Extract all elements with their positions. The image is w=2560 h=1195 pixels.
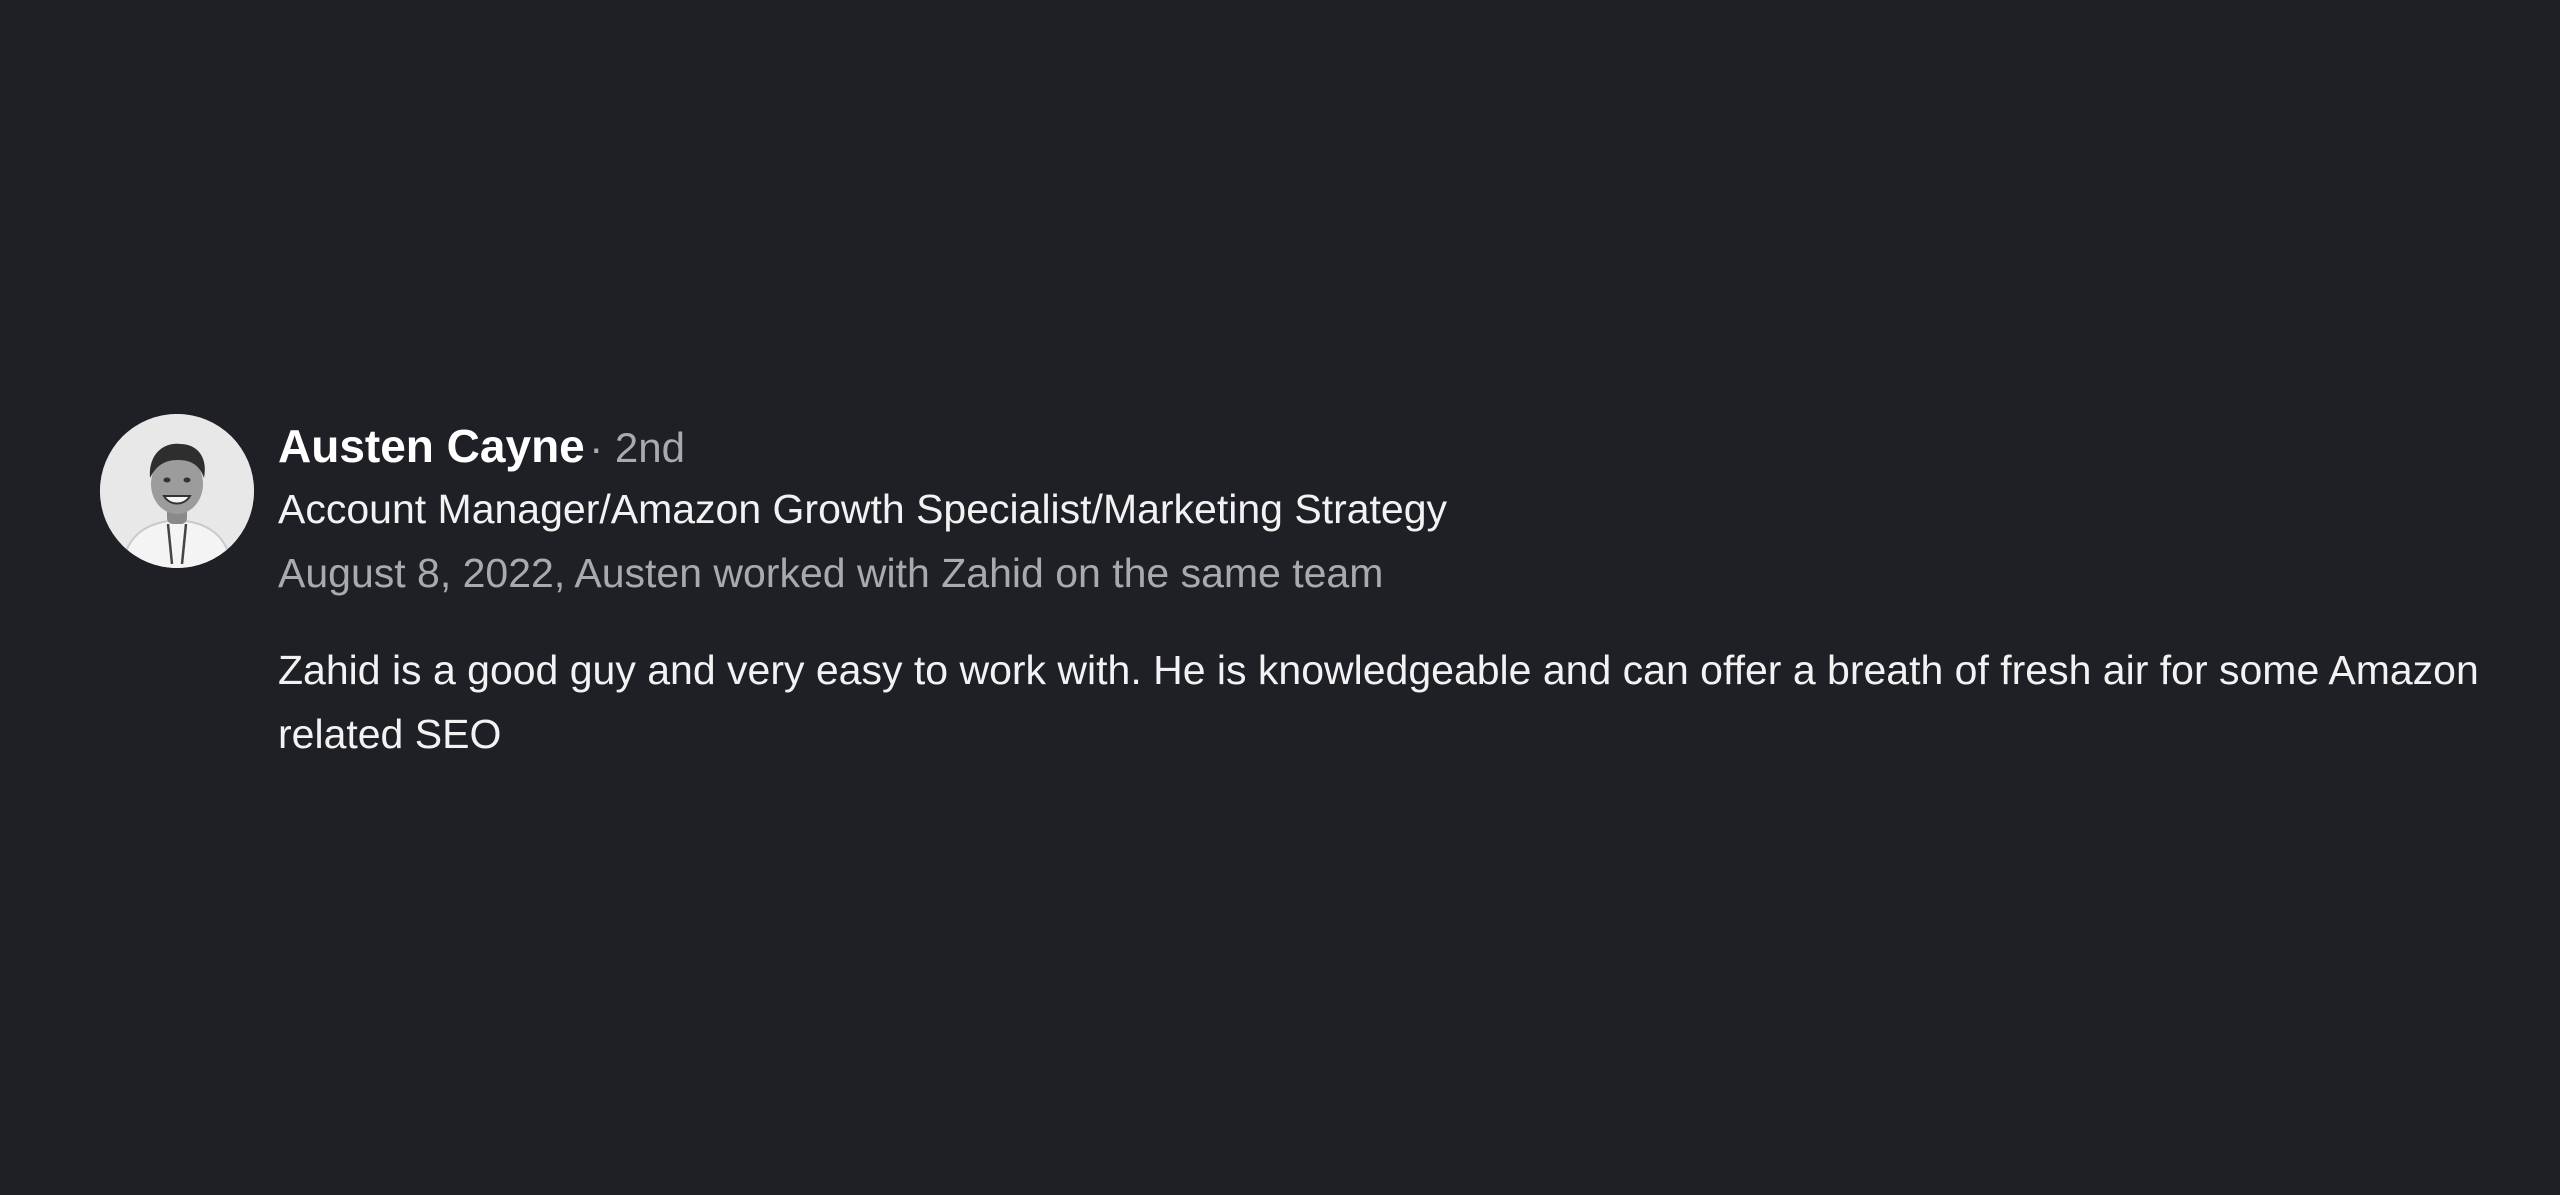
author-line: Austen Cayne · 2nd	[278, 418, 2518, 474]
author-headline: Account Manager/Amazon Growth Specialist…	[278, 486, 1448, 532]
recommendation-text: Zahid is a good guy and very easy to wor…	[278, 647, 2479, 757]
avatar[interactable]	[100, 414, 254, 568]
recommendation-meta: August 8, 2022, Austen worked with Zahid…	[278, 550, 1384, 596]
connection-degree: · 2nd	[589, 424, 685, 471]
author-name[interactable]: Austen Cayne	[278, 420, 585, 472]
profile-photo-icon	[100, 414, 254, 568]
recommendation-content: Austen Cayne · 2nd Account Manager/Amazo…	[278, 414, 2518, 766]
